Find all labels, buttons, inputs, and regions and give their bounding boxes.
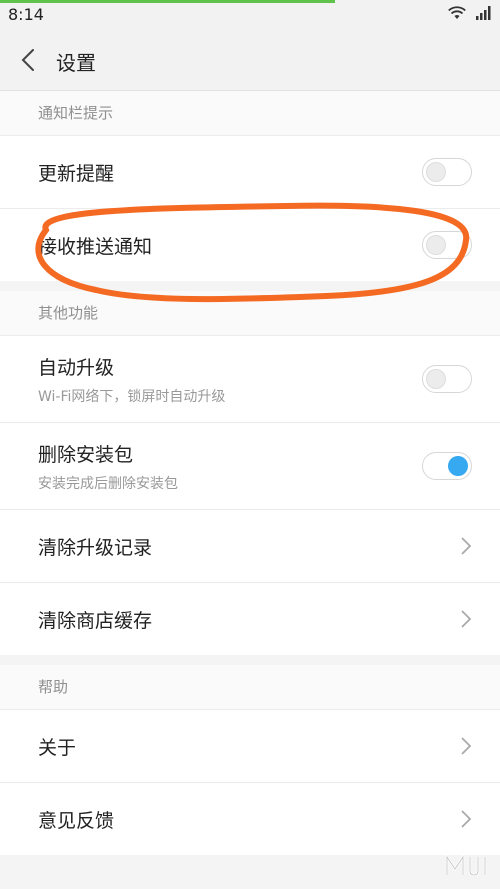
setting-push-notifications[interactable]: 接收推送通知	[0, 208, 500, 281]
toggle-knob	[426, 369, 446, 389]
delete-package-toggle[interactable]	[422, 452, 472, 480]
section-title-help: 帮助	[0, 665, 500, 709]
setting-clear-store-cache[interactable]: 清除商店缓存	[0, 582, 500, 655]
status-time: 8:14	[8, 5, 44, 24]
setting-label: 清除升级记录	[38, 536, 153, 559]
toggle-knob	[426, 162, 446, 182]
wifi-icon	[448, 6, 466, 19]
back-button[interactable]	[14, 46, 42, 74]
settings-group-other-features: 自动升级 Wi-Fi网络下，锁屏时自动升级 删除安装包 安装完成后删除安装包 清…	[0, 335, 500, 655]
chevron-right-icon	[461, 537, 472, 555]
status-icons	[448, 6, 492, 20]
section-gap	[0, 281, 500, 291]
toggle-knob	[448, 456, 468, 476]
toggle-knob	[426, 235, 446, 255]
setting-label: 关于	[38, 736, 77, 759]
update-reminder-toggle[interactable]	[422, 158, 472, 186]
settings-group-notifications: 更新提醒 接收推送通知	[0, 135, 500, 281]
setting-delete-package[interactable]: 删除安装包 安装完成后删除安装包	[0, 422, 500, 509]
push-notifications-toggle[interactable]	[422, 231, 472, 259]
page-title: 设置	[56, 51, 96, 75]
miui-watermark-logo	[445, 853, 487, 877]
chevron-right-icon	[461, 610, 472, 628]
setting-about[interactable]: 关于	[0, 709, 500, 782]
section-gap	[0, 655, 500, 665]
signal-icon	[476, 6, 491, 20]
settings-list: 通知栏提示 更新提醒 接收推送通知 其他功能 自动升级 Wi-Fi网络下，锁屏时…	[0, 91, 500, 855]
app-header: 设置	[0, 30, 500, 91]
status-progress-bar	[0, 0, 335, 3]
section-title-other-features: 其他功能	[0, 291, 500, 335]
setting-update-reminder[interactable]: 更新提醒	[0, 135, 500, 208]
chevron-right-icon	[461, 737, 472, 755]
settings-group-help: 关于 意见反馈	[0, 709, 500, 855]
setting-feedback[interactable]: 意见反馈	[0, 782, 500, 855]
auto-upgrade-toggle[interactable]	[422, 365, 472, 393]
setting-label: 清除商店缓存	[38, 609, 153, 632]
status-bar: 8:14	[0, 0, 500, 30]
setting-label: 意见反馈	[38, 809, 115, 832]
chevron-right-icon	[461, 810, 472, 828]
setting-auto-upgrade[interactable]: 自动升级 Wi-Fi网络下，锁屏时自动升级	[0, 335, 500, 422]
section-title-notifications: 通知栏提示	[0, 91, 500, 135]
setting-clear-upgrade-history[interactable]: 清除升级记录	[0, 509, 500, 582]
chevron-left-icon	[21, 49, 34, 71]
